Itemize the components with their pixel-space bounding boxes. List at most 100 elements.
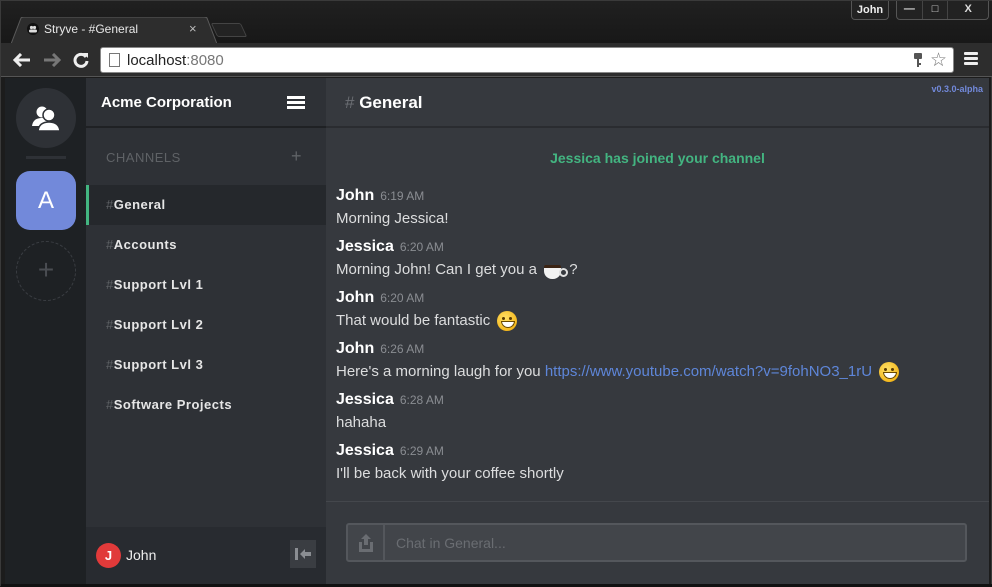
tab-close-icon[interactable]: × bbox=[189, 21, 197, 36]
chat-area: # General v0.3.0-alpha Jessica has joine… bbox=[326, 78, 989, 584]
grinning-emoji-icon bbox=[497, 311, 518, 332]
message-body: Here's a morning laugh for you https://w… bbox=[336, 361, 976, 383]
channel-item-support-lvl-2[interactable]: #Support Lvl 2 bbox=[86, 305, 326, 345]
friends-icon bbox=[32, 106, 61, 132]
direct-messages-button[interactable] bbox=[16, 88, 76, 148]
join-notice: Jessica has joined your channel bbox=[550, 150, 765, 166]
browser-toolbar: localhost:8080 ☆ bbox=[1, 43, 992, 77]
url-host: localhost bbox=[127, 52, 187, 69]
coffee-emoji-icon bbox=[543, 263, 569, 280]
address-bar[interactable]: localhost:8080 ☆ bbox=[100, 47, 954, 73]
browser-window: Stryve - #General × John — □ X localhost… bbox=[0, 0, 992, 587]
message-body: That would be fantastic bbox=[336, 310, 976, 332]
message: Jessica 6:28 AM hahaha bbox=[336, 391, 976, 442]
tab-title[interactable]: Stryve - #General bbox=[44, 22, 138, 36]
message-time: 6:20 AM bbox=[380, 291, 425, 305]
message: Jessica 6:29 AM I'll be back with your co… bbox=[336, 442, 976, 493]
profile-button[interactable]: John bbox=[851, 1, 889, 20]
hash-icon: # bbox=[106, 277, 114, 292]
url-port: :8080 bbox=[186, 52, 224, 69]
hash-icon: # bbox=[345, 93, 355, 112]
channel-item-software-projects[interactable]: #Software Projects bbox=[86, 385, 326, 425]
message: John 6:19 AM Morning Jessica! bbox=[336, 187, 976, 238]
message-time: 6:20 AM bbox=[399, 240, 444, 254]
message-text: Here's a morning laugh for you bbox=[336, 363, 541, 380]
message-author[interactable]: Jessica bbox=[336, 238, 394, 255]
message-text: Morning Jessica! bbox=[336, 210, 449, 227]
hash-icon: # bbox=[106, 237, 114, 252]
message-author[interactable]: Jessica bbox=[336, 442, 394, 459]
chat-input-box bbox=[346, 523, 967, 562]
page-icon bbox=[109, 53, 120, 67]
maximize-button[interactable]: □ bbox=[923, 1, 949, 19]
hash-icon: # bbox=[106, 357, 114, 372]
hash-icon: # bbox=[106, 197, 114, 212]
guild-name: Acme Corporation bbox=[101, 94, 232, 111]
message: Jessica 6:20 AM Morning John! Can I get y… bbox=[336, 238, 976, 289]
message-body: Morning John! Can I get you a ? bbox=[336, 259, 976, 281]
message-text: I'll be back with your coffee shortly bbox=[336, 465, 564, 482]
forward-arrow-icon[interactable] bbox=[43, 53, 61, 67]
message: John 6:26 AM Here's a morning laugh for y… bbox=[336, 340, 976, 391]
new-tab-button[interactable] bbox=[210, 23, 248, 37]
logout-icon bbox=[295, 548, 311, 560]
channel-label: Support Lvl 2 bbox=[113, 317, 204, 332]
bookmark-star-icon[interactable]: ☆ bbox=[930, 49, 947, 72]
user-panel: J John bbox=[86, 527, 326, 584]
hash-icon: # bbox=[106, 397, 114, 412]
server-separator bbox=[26, 156, 66, 159]
url-text[interactable]: localhost:8080 bbox=[127, 52, 224, 69]
message-text: Morning John! Can I get you a bbox=[336, 261, 537, 278]
message-time: 6:19 AM bbox=[380, 189, 425, 203]
title-bar: Stryve - #General × John — □ X bbox=[1, 1, 992, 44]
logout-button[interactable] bbox=[290, 540, 316, 568]
upload-icon bbox=[358, 533, 373, 552]
message-list: John 6:19 AM Morning Jessica! Jessica 6:20… bbox=[336, 187, 976, 493]
minimize-button[interactable]: — bbox=[897, 1, 923, 19]
chat-input[interactable] bbox=[387, 525, 965, 560]
add-channel-icon[interactable]: + bbox=[291, 146, 302, 167]
input-divider bbox=[326, 501, 989, 502]
stryve-app: A + Acme Corporation CHANNELS + #General… bbox=[5, 78, 989, 584]
channel-sidebar: Acme Corporation CHANNELS + #General #Ac… bbox=[86, 78, 326, 584]
message-author[interactable]: John bbox=[336, 187, 374, 204]
reload-icon[interactable] bbox=[73, 52, 89, 68]
channel-item-support-lvl-3[interactable]: #Support Lvl 3 bbox=[86, 345, 326, 385]
avatar[interactable]: J bbox=[96, 543, 121, 568]
key-icon[interactable] bbox=[913, 53, 923, 69]
channel-item-accounts[interactable]: #Accounts bbox=[86, 225, 326, 265]
message-time: 6:29 AM bbox=[399, 444, 444, 458]
message-author[interactable]: John bbox=[336, 340, 374, 357]
channel-label: General bbox=[113, 197, 166, 212]
channel-label: Support Lvl 3 bbox=[113, 357, 204, 372]
channel-item-general[interactable]: #General bbox=[86, 185, 326, 225]
message-author[interactable]: John bbox=[336, 289, 374, 306]
window-controls: — □ X bbox=[896, 1, 989, 20]
message-time: 6:28 AM bbox=[399, 393, 444, 407]
hash-icon: # bbox=[106, 317, 114, 332]
message-author[interactable]: Jessica bbox=[336, 391, 394, 408]
server-list: A + bbox=[5, 78, 86, 584]
server-acme[interactable]: A bbox=[16, 171, 76, 230]
user-name: John bbox=[126, 547, 157, 563]
guild-header: Acme Corporation bbox=[86, 78, 326, 128]
close-window-button[interactable]: X bbox=[948, 1, 988, 19]
grinning-emoji-icon bbox=[879, 362, 900, 383]
upload-button[interactable] bbox=[348, 525, 385, 560]
channel-label: Accounts bbox=[113, 237, 177, 252]
channel-label: Software Projects bbox=[113, 397, 233, 412]
channel-item-support-lvl-1[interactable]: #Support Lvl 1 bbox=[86, 265, 326, 305]
message-text: That would be fantastic bbox=[336, 312, 491, 329]
channels-header: CHANNELS bbox=[106, 150, 181, 165]
message: John 6:20 AM That would be fantastic bbox=[336, 289, 976, 340]
back-arrow-icon[interactable] bbox=[13, 53, 31, 67]
channel-list: #General #Accounts #Support Lvl 1 #Suppo… bbox=[86, 185, 326, 425]
message-text: hahaha bbox=[336, 414, 387, 431]
message-link[interactable]: https://www.youtube.com/watch?v=9fohNO3_… bbox=[545, 363, 872, 380]
channel-name: General bbox=[359, 93, 423, 112]
favicon-icon bbox=[27, 23, 39, 35]
browser-menu-icon[interactable] bbox=[964, 52, 978, 66]
add-server-button[interactable]: + bbox=[16, 241, 76, 301]
channel-header: # General v0.3.0-alpha bbox=[326, 78, 989, 128]
hamburger-menu-icon[interactable] bbox=[287, 96, 305, 110]
